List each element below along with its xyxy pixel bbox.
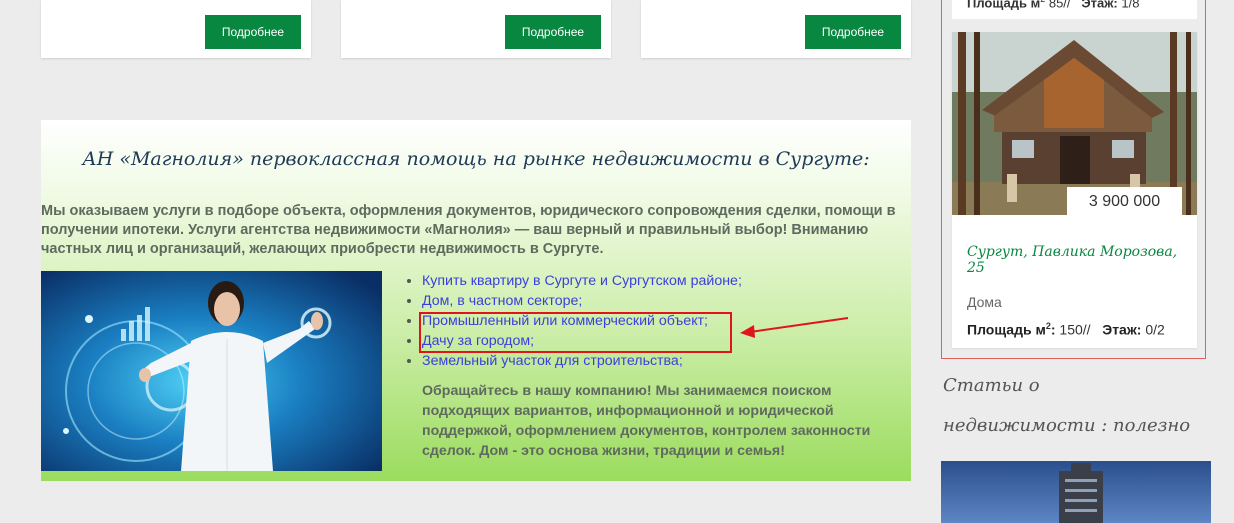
lead-paragraph: Мы оказываем услуги в подборе объекта, о… bbox=[41, 203, 896, 257]
service-link-land[interactable]: Земельный участок для строительства; bbox=[422, 353, 683, 369]
annotation-highlight-box bbox=[419, 312, 732, 353]
listing-meta: Площадь м2: 150// Этаж: 0/2 bbox=[967, 321, 1165, 338]
list-item[interactable]: Земельный участок для строительства; bbox=[422, 351, 742, 371]
listing-card-previous: Площадь м2 85// Этаж: 1/8 bbox=[952, 0, 1197, 19]
details-button-3[interactable]: Подробнее bbox=[805, 15, 901, 49]
listing-card[interactable]: 3 900 000 Сургут, Павлика Морозова, 25 Д… bbox=[952, 32, 1197, 348]
details-button-2[interactable]: Подробнее bbox=[505, 15, 601, 49]
list-item[interactable]: Купить квартиру в Сургуте и Сургутском р… bbox=[422, 271, 742, 291]
product-card-3: Подробнее bbox=[641, 0, 911, 58]
product-card-2: Подробнее bbox=[341, 0, 611, 58]
closing-paragraph: Обращайтесь в нашу компанию! Мы занимаем… bbox=[422, 383, 871, 459]
details-button-1[interactable]: Подробнее bbox=[205, 15, 301, 49]
area-label: Площадь м bbox=[967, 321, 1046, 338]
agency-info-section: АН «Магнолия» первоклассная помощь на ры… bbox=[41, 120, 911, 481]
listing-address-link[interactable]: Сургут, Павлика Морозова, 25 bbox=[967, 244, 1197, 276]
woman-touchscreen-image bbox=[41, 271, 382, 471]
listing-price: 3 900 000 bbox=[1067, 187, 1182, 217]
service-link-house[interactable]: Дом, в частном секторе; bbox=[422, 293, 582, 309]
previous-listing-meta: Площадь м2 85// Этаж: 1/8 bbox=[967, 0, 1140, 11]
area-colon: : bbox=[1050, 321, 1056, 338]
listing-type: Дома bbox=[967, 294, 1002, 310]
floor-value: 0/2 bbox=[1145, 321, 1165, 338]
service-link-apartment[interactable]: Купить квартиру в Сургуте и Сургутском р… bbox=[422, 273, 742, 289]
list-item[interactable]: Дом, в частном секторе; bbox=[422, 291, 742, 311]
area-value: 150// bbox=[1059, 321, 1091, 338]
annotation-arrow-icon bbox=[740, 317, 849, 338]
floor-label: Этаж: bbox=[1102, 321, 1142, 338]
product-card-1: Подробнее bbox=[41, 0, 311, 58]
article-thumbnail-image[interactable] bbox=[941, 461, 1211, 523]
section-title: АН «Магнолия» первоклассная помощь на ры… bbox=[82, 148, 870, 170]
